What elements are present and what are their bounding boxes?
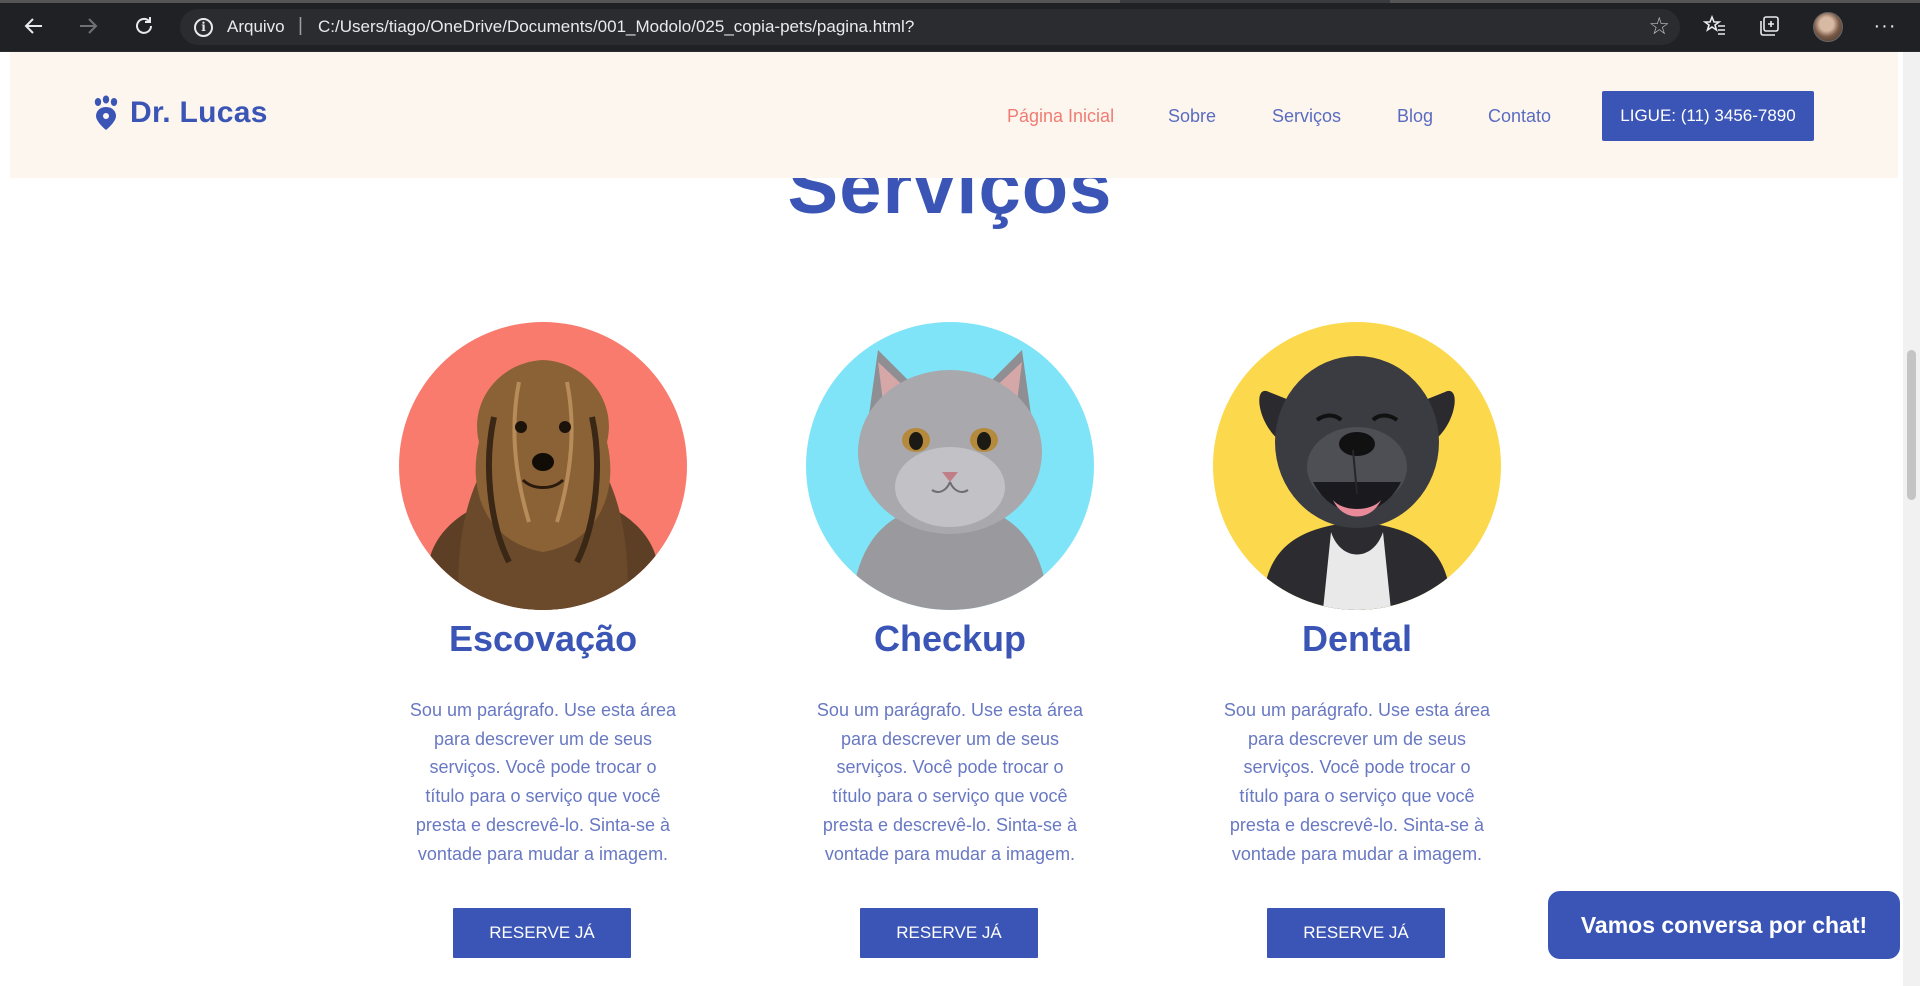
forward-arrow-icon[interactable]	[72, 10, 104, 42]
nav-link-servicos[interactable]: Serviços	[1272, 106, 1341, 127]
nav-link-blog[interactable]: Blog	[1397, 106, 1433, 127]
site-header: Dr. Lucas Página Inicial Sobre Serviços …	[10, 52, 1898, 178]
tab-strip-edge	[0, 0, 1920, 3]
info-icon[interactable]: i	[194, 18, 213, 37]
browser-toolbar: i Arquivo | C:/Users/tiago/OneDrive/Docu…	[0, 0, 1920, 52]
protocol-label: Arquivo	[227, 17, 285, 36]
service-card-dental: Dental Sou um parágrafo. Use esta área p…	[1212, 322, 1502, 958]
cat-photo	[806, 322, 1094, 610]
dog-photo	[399, 322, 687, 610]
favorites-icon[interactable]	[1700, 11, 1730, 41]
reserve-button[interactable]: RESERVE JÁ	[453, 908, 631, 958]
service-description: Sou um parágrafo. Use esta área para des…	[409, 700, 677, 864]
service-title: Dental	[1301, 618, 1413, 659]
collections-icon[interactable]	[1754, 11, 1784, 41]
nav-link-pagina-inicial[interactable]: Página Inicial	[1007, 106, 1114, 127]
service-description: Sou um parágrafo. Use esta área para des…	[816, 700, 1084, 864]
service-card-checkup: Checkup Sou um parágrafo. Use esta área …	[805, 322, 1095, 958]
back-arrow-icon[interactable]	[18, 10, 50, 42]
address-bar[interactable]: i Arquivo | C:/Users/tiago/OneDrive/Docu…	[180, 9, 1680, 45]
site-logo[interactable]: Dr. Lucas	[90, 95, 268, 131]
tab-indicator	[1390, 0, 1920, 3]
url-text[interactable]: C:/Users/tiago/OneDrive/Documents/001_Mo…	[318, 17, 914, 37]
reserve-button[interactable]: RESERVE JÁ	[860, 908, 1038, 958]
more-menu-icon[interactable]: ···	[1870, 11, 1900, 41]
chat-button[interactable]: Vamos conversa por chat!	[1548, 891, 1900, 959]
paw-pin-icon	[94, 95, 118, 130]
reload-icon[interactable]	[128, 10, 160, 42]
address-separator: |	[298, 15, 303, 36]
add-favorite-icon[interactable]: ☆	[1648, 12, 1670, 41]
service-card-escovacao: Escovação Sou um parágrafo. Use esta áre…	[398, 322, 688, 958]
reserve-button[interactable]: RESERVE JÁ	[1267, 908, 1445, 958]
scrollbar-thumb[interactable]	[1907, 350, 1916, 500]
page-scrollbar[interactable]	[1903, 52, 1920, 986]
web-page: Dr. Lucas Página Inicial Sobre Serviços …	[0, 52, 1920, 986]
service-title: Escovação	[448, 618, 638, 659]
profile-avatar[interactable]	[1813, 12, 1843, 42]
nav-link-contato[interactable]: Contato	[1488, 106, 1551, 127]
call-button[interactable]: LIGUE: (11) 3456-7890	[1602, 91, 1814, 141]
tab-indicator	[0, 0, 1120, 3]
nav-link-sobre[interactable]: Sobre	[1168, 106, 1216, 127]
service-description: Sou um parágrafo. Use esta área para des…	[1223, 700, 1491, 864]
dog-photo	[1213, 322, 1501, 610]
service-title: Checkup	[873, 618, 1027, 659]
logo-text: Dr. Lucas	[130, 96, 268, 129]
